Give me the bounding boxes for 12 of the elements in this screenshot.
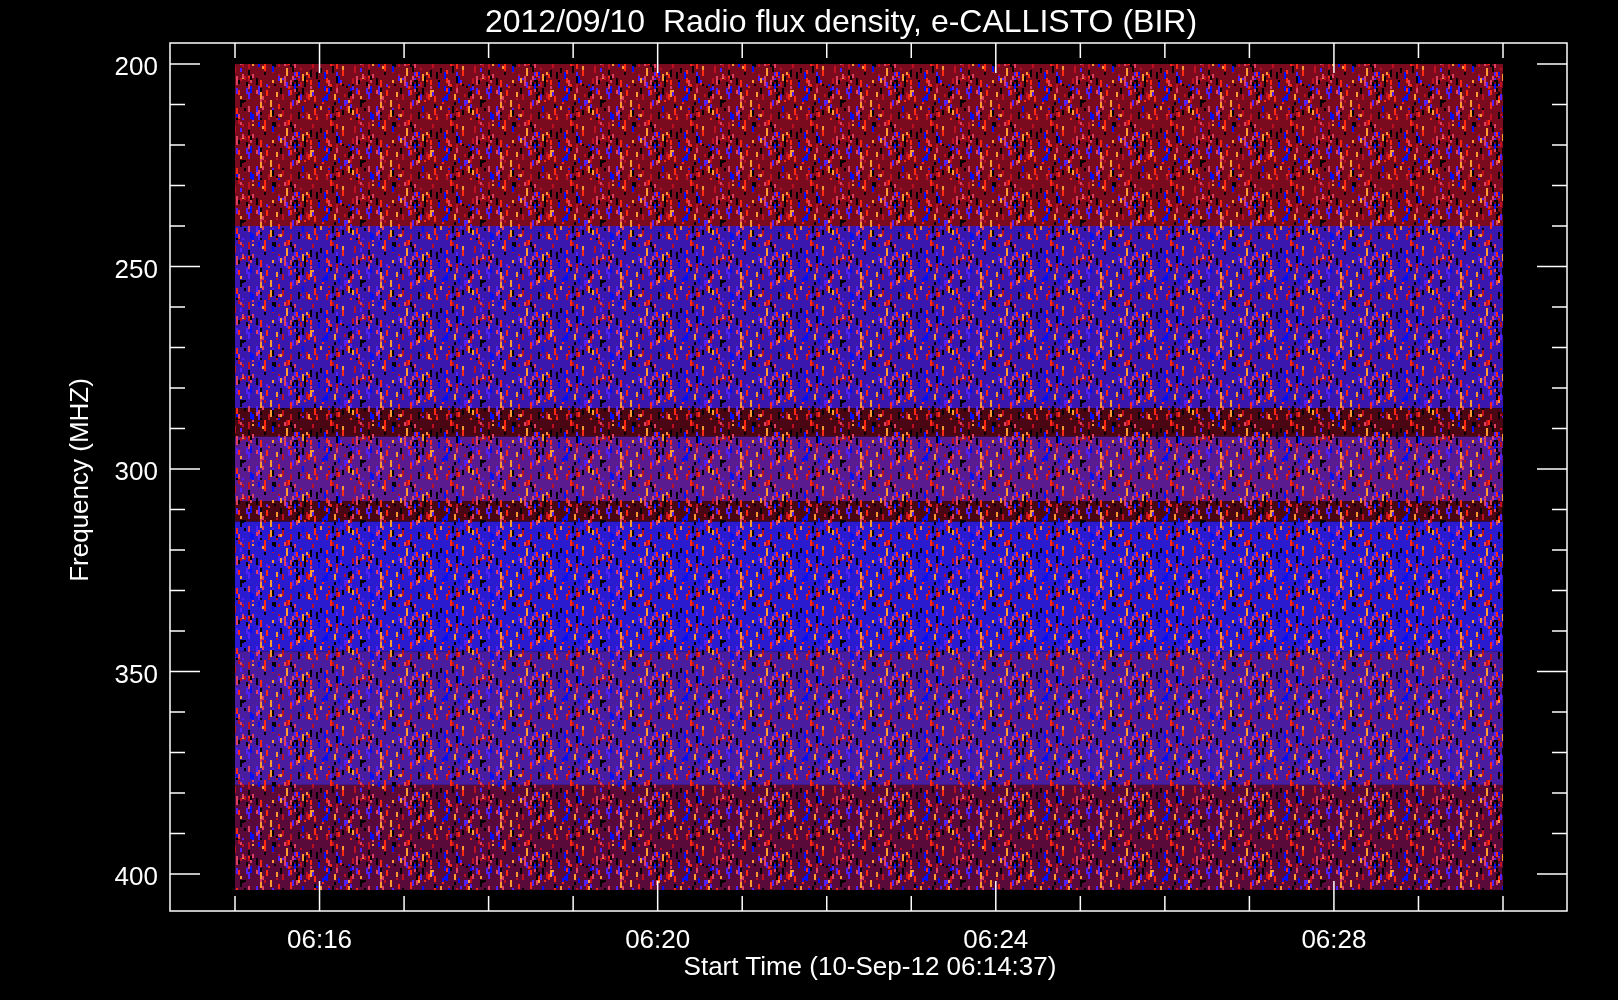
- chart-title: 2012/09/10 Radio flux density, e-CALLISTO (BIR): [484, 3, 1198, 39]
- x-tick-label: 06:28: [1301, 924, 1367, 954]
- y-tick-label: 200: [114, 51, 158, 81]
- y-tick-label: 250: [114, 253, 158, 284]
- x-tick-label: 06:24: [963, 924, 1029, 954]
- x-tick-label: 06:20: [625, 924, 691, 954]
- y-tick-label: 300: [114, 456, 158, 486]
- y-axis-label: Frequency (MHZ): [64, 378, 94, 582]
- y-tick-label: 350: [114, 658, 158, 689]
- y-tick-label: 400: [114, 861, 158, 891]
- x-tick-label: 06:16: [287, 924, 353, 954]
- x-axis-label: Start Time (10-Sep-12 06:14:37): [683, 951, 1057, 981]
